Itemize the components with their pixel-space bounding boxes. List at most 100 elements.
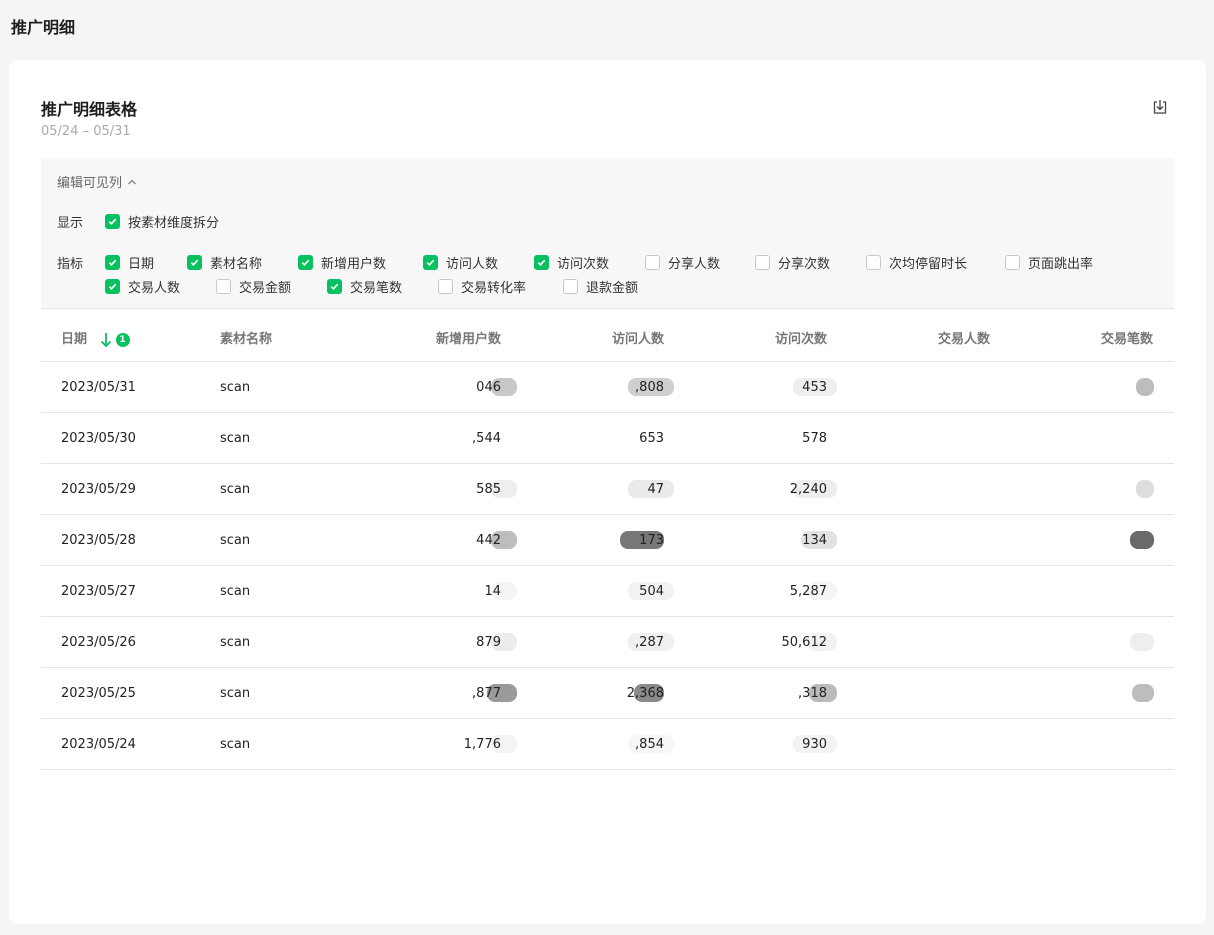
table-header: 日期 1 素材名称 新增用户数 访问人数 访问次数 交易人数 交易笔数 (41, 308, 1174, 362)
checkbox-unchecked-icon (563, 279, 578, 294)
checkbox-unchecked-icon (866, 255, 881, 270)
cell-visits: 5,287 (789, 584, 827, 599)
cell-visits: ,318 (798, 686, 827, 701)
metric-label: 素材名称 (210, 257, 263, 272)
checkbox-checked-icon (187, 255, 202, 270)
metric-label: 交易转化率 (461, 281, 527, 296)
checkbox-checked-icon (327, 279, 342, 294)
cell-visits: 50,612 (781, 635, 828, 650)
table-row: 2023/05/26 scan 879 ,287 50,612 (41, 617, 1174, 668)
table-row: 2023/05/30 scan ,544 653 578 (41, 413, 1174, 464)
column-header-buyers[interactable]: 交易人数 (938, 328, 990, 347)
metric-label: 交易金额 (239, 281, 292, 296)
cell-visits: 2,240 (789, 482, 827, 497)
arrow-down-icon[interactable] (100, 332, 112, 348)
cell-date: 2023/05/28 (61, 533, 136, 548)
detail-table: 日期 1 素材名称 新增用户数 访问人数 访问次数 交易人数 交易笔数 2023… (41, 308, 1174, 770)
table-row: 2023/05/27 scan 14 504 5,287 (41, 566, 1174, 617)
date-range: 05/24 – 05/31 (41, 124, 131, 139)
cell-visits: 578 (802, 431, 827, 446)
metric-label: 分享人数 (668, 257, 721, 272)
metric-checkbox[interactable]: 次均停留时长 (866, 253, 967, 272)
cell-date: 2023/05/30 (61, 431, 136, 446)
download-icon[interactable] (1151, 98, 1169, 116)
detail-card: 推广明细表格 05/24 – 05/31 编辑可见列 显示 按素材维度拆分 指标… (9, 60, 1206, 924)
column-header-new-users[interactable]: 新增用户数 (436, 328, 501, 347)
cell-visits: 930 (802, 737, 827, 752)
metric-checkbox[interactable]: 日期 (105, 253, 154, 272)
metric-checkbox[interactable]: 素材名称 (187, 253, 262, 272)
metric-label: 访问次数 (557, 257, 610, 272)
cell-date: 2023/05/27 (61, 584, 136, 599)
cell-new-users: ,877 (472, 686, 501, 701)
column-header-visitors[interactable]: 访问人数 (612, 328, 664, 347)
metric-checkbox[interactable]: 交易金额 (216, 277, 291, 296)
cell-visitors: ,287 (635, 635, 664, 650)
checkbox-checked-icon (105, 214, 120, 229)
sort-order-badge: 1 (115, 332, 130, 347)
metric-checkbox[interactable]: 退款金额 (563, 277, 638, 296)
metric-checkbox[interactable]: 交易人数 (105, 277, 180, 296)
redaction-mask (1130, 633, 1154, 651)
checkbox-checked-icon (105, 279, 120, 294)
redaction-mask (1130, 531, 1154, 549)
metric-checkbox[interactable]: 访问人数 (423, 253, 498, 272)
cell-name: scan (220, 737, 251, 752)
metric-checkbox[interactable]: 新增用户数 (298, 253, 386, 272)
cell-name: scan (220, 431, 251, 446)
page-title: 推广明细 (11, 18, 76, 37)
edit-columns-toggle[interactable]: 编辑可见列 (57, 172, 138, 191)
column-header-date[interactable]: 日期 1 (61, 328, 130, 348)
checkbox-unchecked-icon (755, 255, 770, 270)
cell-date: 2023/05/31 (61, 380, 136, 395)
table-body: 2023/05/31 scan 046 ,808 453 2023/05/30 scan ,5… (41, 362, 1174, 770)
column-header-visits[interactable]: 访问次数 (775, 328, 827, 347)
cell-date: 2023/05/25 (61, 686, 136, 701)
metric-checkbox[interactable]: 交易转化率 (438, 277, 526, 296)
metric-label: 访问人数 (446, 257, 499, 272)
cell-new-users: 442 (476, 533, 501, 548)
cell-name: scan (220, 533, 251, 548)
metric-label: 分享次数 (778, 257, 831, 272)
display-label: 显示 (57, 216, 84, 231)
redaction-mask (1136, 480, 1154, 498)
metric-label: 日期 (128, 257, 155, 272)
cell-visitors: 504 (639, 584, 664, 599)
cell-visitors: 47 (647, 482, 664, 497)
checkbox-unchecked-icon (1005, 255, 1020, 270)
cell-visitors: ,808 (635, 380, 664, 395)
metric-checkbox[interactable]: 分享次数 (755, 253, 830, 272)
cell-visitors: 173 (639, 533, 664, 548)
cell-name: scan (220, 482, 251, 497)
column-editor-panel: 编辑可见列 显示 按素材维度拆分 指标 日期 素材名称 新增用户数 访问人数 访问次数 分… (41, 158, 1174, 308)
checkbox-unchecked-icon (438, 279, 453, 294)
cell-date: 2023/05/26 (61, 635, 136, 650)
checkbox-checked-icon (534, 255, 549, 270)
metric-label: 交易人数 (128, 281, 181, 296)
cell-date: 2023/05/24 (61, 737, 136, 752)
metric-label: 交易笔数 (350, 281, 403, 296)
metric-checkbox[interactable]: 访问次数 (534, 253, 609, 272)
cell-visits: 453 (802, 380, 827, 395)
checkbox-checked-icon (423, 255, 438, 270)
card-title: 推广明细表格 (41, 100, 138, 119)
checkbox-unchecked-icon (216, 279, 231, 294)
cell-date: 2023/05/29 (61, 482, 136, 497)
metric-checkbox[interactable]: 交易笔数 (327, 277, 402, 296)
cell-new-users: 046 (476, 380, 501, 395)
column-header-label: 日期 (61, 332, 88, 347)
column-header-orders[interactable]: 交易笔数 (1101, 328, 1153, 347)
metric-label: 退款金额 (586, 281, 639, 296)
column-header-name[interactable]: 素材名称 (220, 328, 272, 347)
checkbox-checked-icon (298, 255, 313, 270)
metric-checkbox[interactable]: 页面跳出率 (1005, 253, 1093, 272)
redaction-mask (1132, 684, 1154, 702)
display-split-checkbox[interactable]: 按素材维度拆分 (105, 212, 219, 231)
metric-label: 新增用户数 (321, 257, 387, 272)
cell-new-users: 585 (476, 482, 501, 497)
cell-visitors: 2,368 (626, 686, 664, 701)
metric-checkbox[interactable]: 分享人数 (645, 253, 720, 272)
metric-label: 页面跳出率 (1028, 257, 1094, 272)
cell-visitors: ,854 (635, 737, 664, 752)
cell-new-users: 879 (476, 635, 501, 650)
